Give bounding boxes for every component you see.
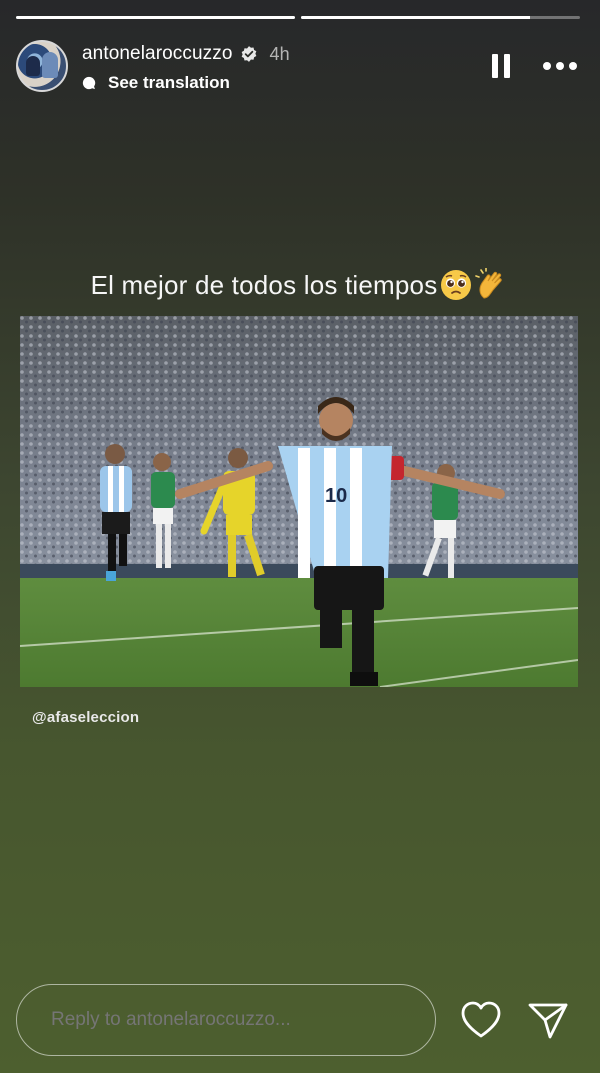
story-timestamp: 4h	[269, 43, 290, 64]
photo-credit-mention[interactable]: @afaseleccion	[32, 709, 139, 726]
reply-bar[interactable]	[16, 984, 436, 1056]
verified-badge-icon	[241, 46, 256, 62]
more-dot-1	[543, 62, 551, 70]
caption-text: El mejor de todos los tiempos	[90, 269, 438, 300]
speech-bubble-icon	[82, 76, 96, 90]
story-photo: 10	[20, 316, 578, 687]
story-header: antonelaroccuzzo 4h See translation	[16, 40, 580, 96]
football-celebration-image: 10	[20, 316, 578, 687]
username-row[interactable]: antonelaroccuzzo 4h	[82, 43, 290, 65]
heart-icon[interactable]	[460, 1000, 502, 1040]
clapping-hands-emoji-icon	[475, 268, 503, 299]
progress-fill-2	[301, 16, 530, 19]
avatar-figure-2	[42, 52, 58, 78]
paper-plane-icon[interactable]	[526, 1000, 570, 1040]
see-translation-button[interactable]: See translation	[82, 73, 230, 93]
pause-icon-bar-left	[492, 54, 498, 78]
story-progress-segment-2	[301, 16, 580, 19]
story-progress-segment-1	[16, 16, 295, 19]
jersey-number: 10	[325, 485, 347, 507]
pause-icon-bar-right	[504, 54, 510, 78]
username[interactable]: antonelaroccuzzo	[82, 43, 233, 65]
avatar-figure-1	[26, 56, 40, 76]
progress-fill-1	[16, 16, 295, 19]
more-dot-2	[556, 62, 564, 70]
more-dot-3	[569, 62, 577, 70]
pause-button[interactable]	[490, 54, 512, 78]
story-caption: El mejor de todos los tiempos	[0, 268, 600, 302]
story-progress-bar	[16, 16, 580, 19]
more-options-button[interactable]	[542, 62, 578, 72]
avatar[interactable]	[16, 40, 68, 92]
reply-input[interactable]	[51, 1009, 411, 1031]
pleading-face-emoji-icon	[441, 270, 472, 300]
see-translation-label: See translation	[108, 73, 230, 92]
